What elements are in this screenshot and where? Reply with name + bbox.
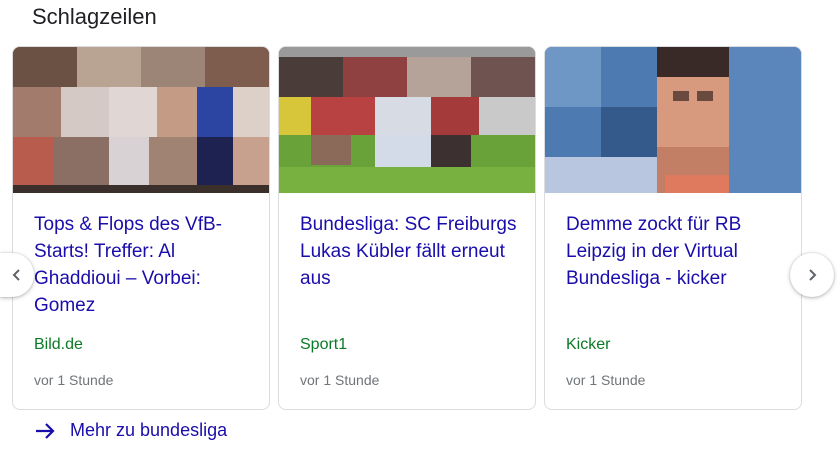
football-players-photo-pixelated bbox=[13, 47, 269, 193]
more-about-label[interactable]: Mehr zu bundesliga bbox=[70, 420, 227, 441]
news-time-3: vor 1 Stunde bbox=[566, 372, 646, 388]
news-time-2: vor 1 Stunde bbox=[300, 372, 380, 388]
news-card-2[interactable]: Bundesliga: SC Freiburgs Lukas Kübler fä… bbox=[278, 46, 536, 410]
news-headline-3[interactable]: Demme zockt für RB Leipzig in der Virtua… bbox=[566, 211, 788, 292]
news-time-1: vor 1 Stunde bbox=[34, 372, 114, 388]
news-source-1: Bild.de bbox=[34, 336, 83, 353]
football-match-photo-pixelated bbox=[279, 47, 535, 193]
player-portrait-photo-pixelated bbox=[545, 47, 801, 193]
news-card-3[interactable]: Demme zockt für RB Leipzig in der Virtua… bbox=[544, 46, 802, 410]
top-stories-section: Schlagzeilen Tops & Flops des VfB-Starts… bbox=[0, 0, 837, 452]
news-thumbnail-3[interactable] bbox=[545, 47, 801, 193]
news-carousel: Tops & Flops des VfB-Starts! Treffer: Al… bbox=[0, 46, 834, 410]
arrow-right-icon bbox=[34, 422, 56, 440]
news-source-2: Sport1 bbox=[300, 336, 348, 353]
news-source-3: Kicker bbox=[566, 336, 611, 353]
news-headline-2[interactable]: Bundesliga: SC Freiburgs Lukas Kübler fä… bbox=[300, 211, 522, 292]
news-thumbnail-2[interactable] bbox=[279, 47, 535, 193]
carousel-next-button[interactable] bbox=[790, 253, 834, 297]
more-about-link[interactable]: Mehr zu bundesliga bbox=[34, 420, 227, 441]
news-thumbnail-1[interactable] bbox=[13, 47, 269, 193]
news-card-1[interactable]: Tops & Flops des VfB-Starts! Treffer: Al… bbox=[12, 46, 270, 410]
chevron-left-icon bbox=[12, 269, 20, 281]
chevron-right-icon bbox=[809, 269, 817, 281]
section-title: Schlagzeilen bbox=[32, 4, 157, 29]
news-headline-1[interactable]: Tops & Flops des VfB-Starts! Treffer: Al… bbox=[34, 211, 256, 319]
